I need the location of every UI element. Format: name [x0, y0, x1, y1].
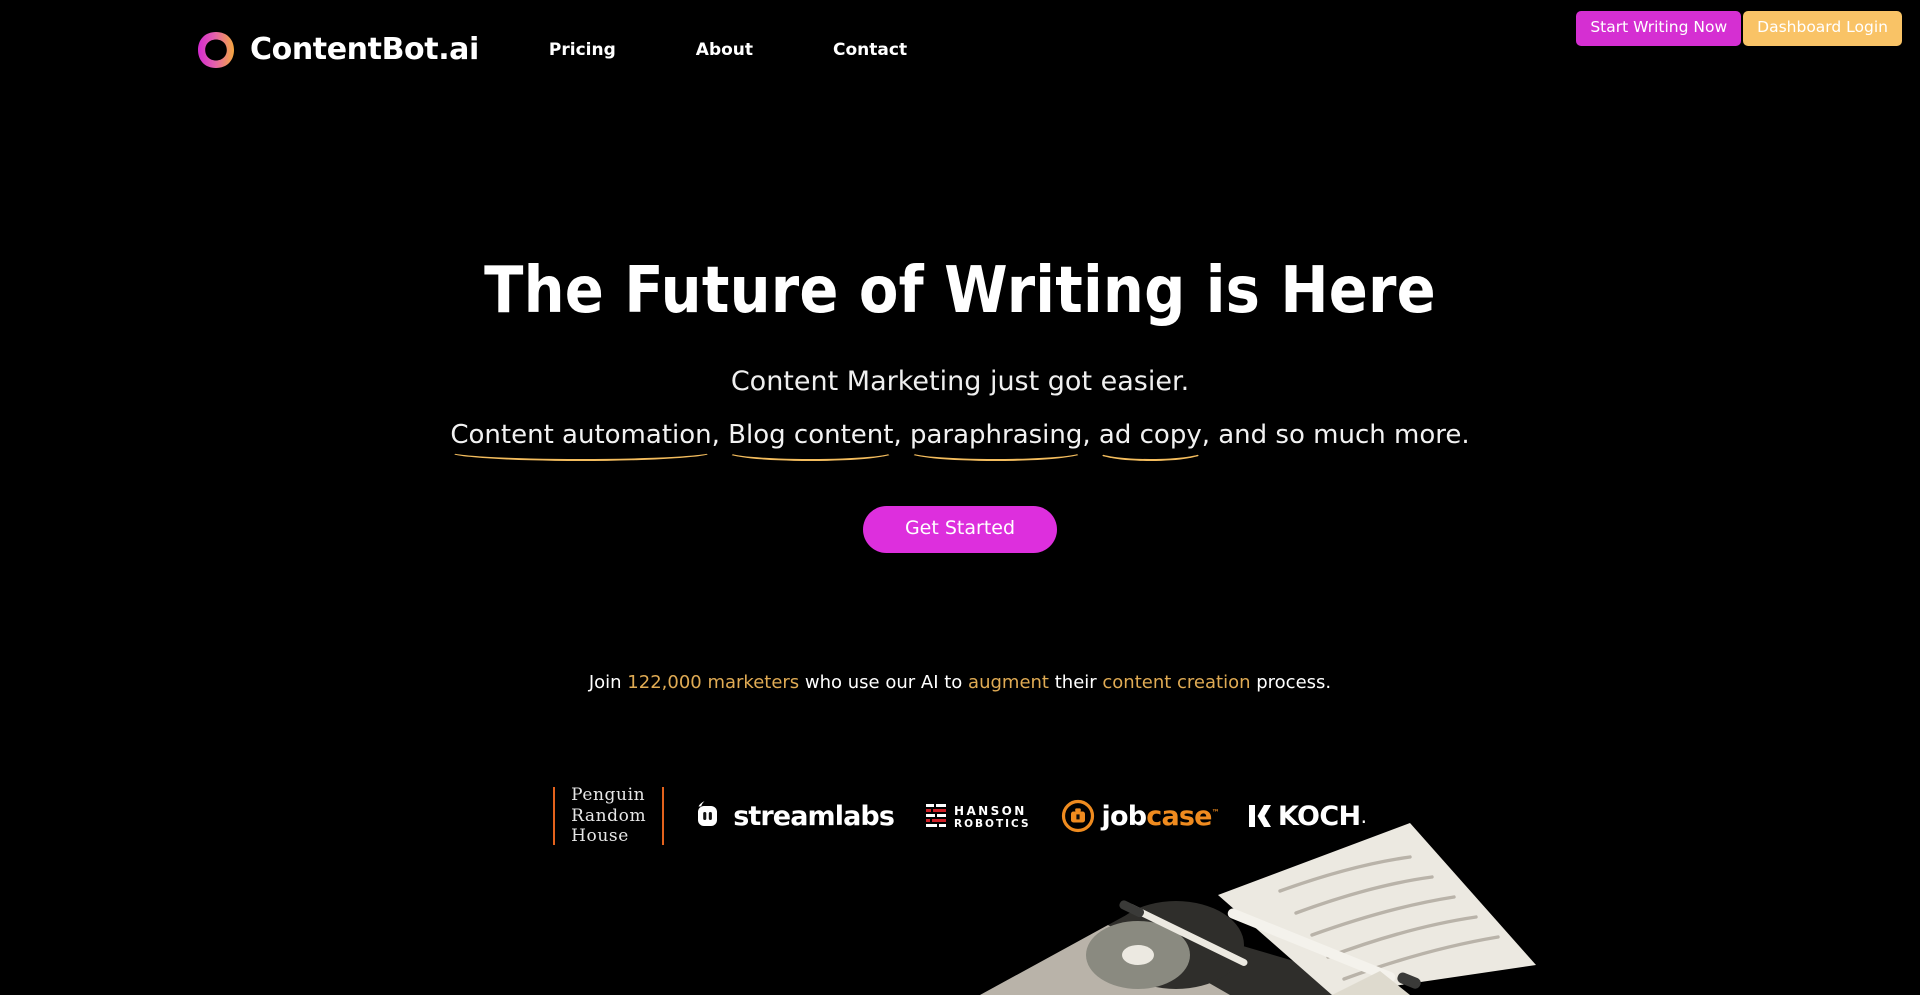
social-proof-highlight-augment: augment: [968, 672, 1049, 693]
hanson-label: HANSON ROBOTICS: [954, 802, 1030, 830]
logo-streamlabs: streamlabs: [690, 793, 895, 839]
jobcase-trademark: ™: [1211, 807, 1220, 817]
social-proof-highlight-content-creation: content creation: [1102, 672, 1251, 693]
nav-link-about[interactable]: About: [694, 34, 755, 66]
logo-divider-right: [662, 787, 665, 846]
jobcase-briefcase-icon: [1061, 799, 1102, 833]
hero-subheading: Content Marketing just got easier.: [730, 366, 1190, 397]
logo-koch: KOCH .: [1248, 793, 1367, 839]
koch-dot: .: [1360, 804, 1367, 829]
koch-block-icon: [1248, 803, 1278, 829]
top-action-bar: Start Writing Now Dashboard Login: [1576, 11, 1902, 46]
start-writing-now-button[interactable]: Start Writing Now: [1576, 11, 1742, 46]
jobcase-part-job: job: [1101, 800, 1148, 832]
jobcase-label: jobcase™: [1101, 800, 1220, 832]
logo-hanson-robotics: HANSON ROBOTICS: [926, 793, 1030, 839]
hanson-bars-icon: [926, 803, 954, 829]
page-title: The Future of Writing is Here: [484, 254, 1436, 328]
hero-feature-list: Content automation, Blog content, paraph…: [0, 419, 1920, 460]
feature-ad-copy: ad copy: [1096, 419, 1204, 460]
social-proof-prefix: Join: [588, 672, 628, 693]
dashboard-login-button[interactable]: Dashboard Login: [1743, 11, 1902, 46]
feature-separator-1: ,: [711, 420, 720, 450]
nav-link-contact[interactable]: Contact: [831, 34, 909, 66]
streamlabs-label: streamlabs: [733, 800, 895, 832]
koch-label: KOCH: [1277, 800, 1361, 832]
social-proof-count: 122,000 marketers: [627, 672, 800, 693]
nav-links: Pricing About Contact: [547, 34, 909, 66]
prh-line-3: House: [571, 826, 629, 847]
prh-line-2: Random: [571, 805, 647, 826]
logo-jobcase: jobcase™: [1061, 793, 1220, 839]
brand-name: ContentBot.ai: [250, 32, 479, 67]
nav-link-pricing[interactable]: Pricing: [547, 34, 618, 66]
feature-separator-2: ,: [893, 420, 902, 450]
social-proof-line: Join 122,000 marketers who use our AI to…: [0, 671, 1920, 694]
feature-separator-3: ,: [1082, 420, 1091, 450]
social-proof-mid-1: who use our AI to: [799, 672, 969, 693]
cta-container: Get Started: [0, 506, 1920, 553]
jobcase-part-case: case: [1146, 800, 1212, 832]
feature-blog-content: Blog content: [726, 419, 896, 460]
feature-paraphrasing: paraphrasing: [907, 419, 1085, 460]
get-started-button[interactable]: Get Started: [862, 506, 1058, 553]
brand-logo-link[interactable]: ContentBot.ai: [196, 30, 479, 70]
social-proof-mid-2: their: [1049, 672, 1103, 693]
hanson-line-2: ROBOTICS: [954, 818, 1031, 831]
logo-penguin-random-house: Penguin Random House: [555, 785, 662, 847]
hanson-line-1: HANSON: [954, 804, 1027, 819]
feature-content-automation: Content automation: [448, 419, 714, 460]
streamlabs-icon: [690, 799, 733, 833]
social-proof-suffix: process.: [1250, 672, 1332, 693]
ring-logo-icon: [196, 30, 236, 70]
prh-line-1: Penguin: [571, 785, 646, 805]
feature-tail: , and so much more.: [1201, 420, 1470, 450]
main-navigation: ContentBot.ai Pricing About Contact: [196, 30, 909, 70]
client-logo-strip: Penguin Random House streamlabs HANSON R…: [0, 785, 1920, 847]
